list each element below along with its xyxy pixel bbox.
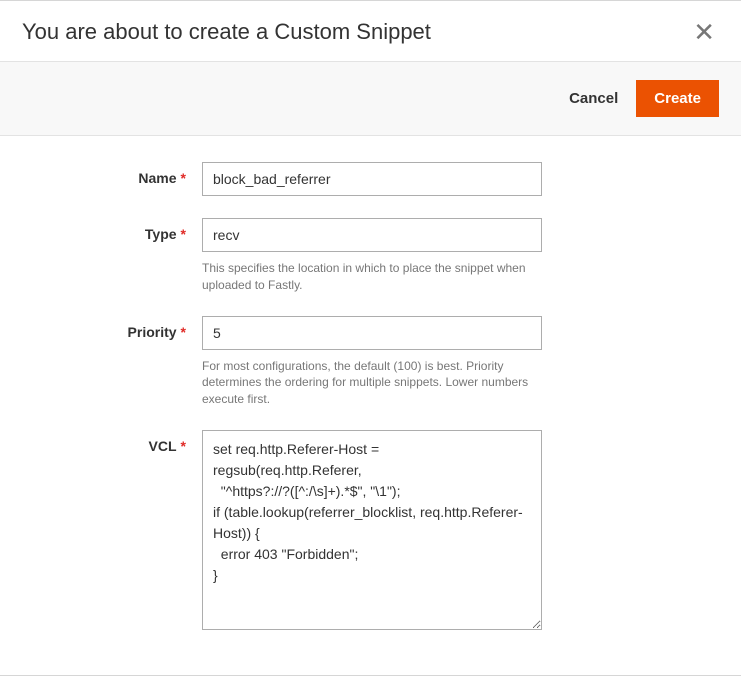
vcl-textarea[interactable] [202,430,542,630]
field-row-vcl: VCL* [22,430,719,635]
type-input[interactable] [202,218,542,252]
modal-dialog: You are about to create a Custom Snippet… [0,0,741,676]
field-row-priority: Priority* For most configurations, the d… [22,316,719,408]
vcl-label: VCL* [22,430,202,635]
close-icon[interactable]: ✕ [689,19,719,45]
field-row-name: Name* [22,162,719,196]
required-indicator: * [181,324,186,340]
required-indicator: * [181,226,186,242]
type-help-text: This specifies the location in which to … [202,260,542,294]
priority-help-text: For most configurations, the default (10… [202,358,542,408]
type-label: Type* [22,218,202,294]
cancel-button[interactable]: Cancel [569,90,618,107]
name-label: Name* [22,162,202,196]
priority-label: Priority* [22,316,202,408]
action-bar: Cancel Create [0,61,741,136]
priority-input[interactable] [202,316,542,350]
required-indicator: * [181,438,186,454]
field-row-type: Type* This specifies the location in whi… [22,218,719,294]
name-input[interactable] [202,162,542,196]
modal-header: You are about to create a Custom Snippet… [0,1,741,61]
create-button[interactable]: Create [636,80,719,117]
modal-title: You are about to create a Custom Snippet [22,19,431,45]
required-indicator: * [181,170,186,186]
form-body: Name* Type* This specifies the location … [0,136,741,667]
